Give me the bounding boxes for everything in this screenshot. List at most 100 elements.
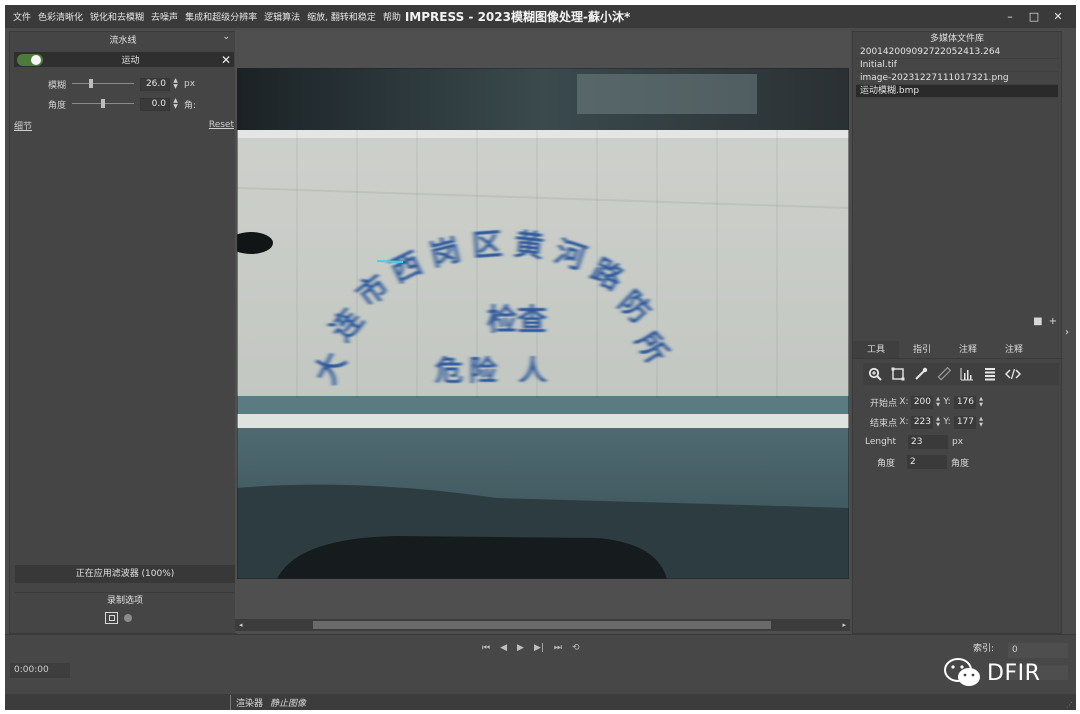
- ruler-icon[interactable]: [934, 364, 954, 384]
- record-icon[interactable]: [124, 614, 132, 622]
- x-axis-label: X:: [899, 397, 909, 407]
- chevron-down-icon[interactable]: ⌄: [222, 32, 230, 42]
- folder-icon[interactable]: ■: [1033, 316, 1042, 327]
- angle-label: 角度: [47, 100, 66, 111]
- scrollbar-thumb[interactable]: [313, 621, 771, 629]
- add-icon[interactable]: +: [1049, 316, 1057, 327]
- step-forward-icon[interactable]: ▶|: [534, 643, 544, 653]
- length-label: Lenght: [865, 437, 897, 447]
- angle-slider-thumb[interactable]: [101, 99, 105, 108]
- playback-area: ⏮ ◀ ▶ ▶| ⏭ ⟲ 0:00:00 索引: 0 DFIR 渲染器 静止图像: [5, 634, 1076, 710]
- library-item[interactable]: image-20231227111017321.png: [856, 72, 1058, 85]
- tab-annotations[interactable]: 注释: [991, 341, 1037, 358]
- menu-scale[interactable]: 缩放, 翻转和稳定: [307, 10, 376, 23]
- length-value: 23: [908, 435, 949, 449]
- angle-stepper[interactable]: ▲ ▼: [171, 98, 180, 111]
- menu-superres[interactable]: 集成和超级分辨率: [185, 10, 257, 23]
- expand-panel-icon[interactable]: ›: [1065, 327, 1069, 338]
- record-options-title: 录制选项: [15, 592, 235, 608]
- menu-sharpen[interactable]: 锐化和去模糊: [90, 10, 144, 23]
- watermark: DFIR: [943, 657, 1040, 689]
- remove-filter-icon[interactable]: ✕: [218, 53, 234, 67]
- play-icon[interactable]: ▶: [517, 643, 524, 653]
- scroll-left-icon[interactable]: ◂: [239, 619, 243, 631]
- wechat-icon: [944, 658, 980, 686]
- filter-name: 运动: [121, 56, 140, 66]
- blur-slider[interactable]: [72, 79, 134, 89]
- minimize-button[interactable]: –: [998, 10, 1022, 23]
- blur-input[interactable]: 26.0: [140, 77, 170, 91]
- media-library-panel: 多媒体文件库 20014200909272205​2413.264 Initia…: [852, 31, 1063, 634]
- code-icon[interactable]: [1003, 364, 1023, 384]
- library-actions: ■ +: [1033, 316, 1057, 327]
- close-button[interactable]: ✕: [1046, 10, 1070, 23]
- stamp-bottom-text: 危险 人: [435, 354, 553, 387]
- horizontal-scrollbar[interactable]: ◂ ▸: [235, 619, 850, 631]
- crop-icon[interactable]: [888, 364, 908, 384]
- index-label: 索引:: [973, 644, 995, 654]
- details-link[interactable]: 细节: [14, 119, 32, 132]
- start-y-input[interactable]: 176: [954, 395, 976, 409]
- tool-tabs: 工具 指引 注释 注释: [853, 341, 1063, 359]
- tab-tools[interactable]: 工具: [853, 341, 899, 358]
- skip-start-icon[interactable]: ⏮: [482, 643, 490, 653]
- resize-grip-icon[interactable]: ⋰: [1066, 701, 1073, 709]
- end-x-stepper[interactable]: ▲ ▼: [934, 416, 942, 428]
- angle-slider[interactable]: [72, 99, 134, 109]
- stamp-center-text: 检查: [487, 303, 547, 338]
- library-item-selected[interactable]: 运动模糊.bmp: [856, 85, 1058, 98]
- filter-status: 正在应用滤波器 (100%): [15, 565, 235, 583]
- angle-input[interactable]: 0.0: [140, 97, 170, 111]
- y-axis-label: Y:: [943, 417, 951, 427]
- histogram-icon[interactable]: [957, 364, 977, 384]
- index-input[interactable]: 0: [1008, 643, 1068, 658]
- library-item[interactable]: 20014200909272205​2413.264: [856, 46, 1058, 59]
- zoom-icon[interactable]: [865, 364, 885, 384]
- loop-icon[interactable]: ⟲: [572, 643, 580, 653]
- image-canvas[interactable]: 大 连 市 西 岗 区 黄 河 路 防 所 检查 危险 人: [237, 68, 849, 579]
- start-x-stepper[interactable]: ▲ ▼: [934, 396, 942, 408]
- start-x-input[interactable]: 200: [911, 395, 933, 409]
- stack-icon[interactable]: [980, 364, 1000, 384]
- end-x-input[interactable]: 223: [911, 415, 933, 429]
- start-point-label: 开始点: [869, 398, 897, 409]
- timecode-display: 0:00:00: [10, 663, 70, 678]
- skip-end-icon[interactable]: ⏭: [554, 643, 562, 653]
- start-y-stepper[interactable]: ▲ ▼: [977, 396, 985, 408]
- blur-stepper[interactable]: ▲ ▼: [171, 78, 180, 91]
- stamp-char-6: 区: [471, 227, 503, 264]
- menu-logic[interactable]: 逻辑算法: [264, 10, 300, 23]
- scroll-right-icon[interactable]: ▸: [842, 619, 846, 631]
- tool-icon-row: [863, 363, 1059, 385]
- blurred-car-door-image: 大 连 市 西 岗 区 黄 河 路 防 所 检查 危险 人: [237, 68, 849, 579]
- end-y-stepper[interactable]: ▲ ▼: [977, 416, 985, 428]
- measure-line[interactable]: [376, 260, 404, 263]
- menu-denoise[interactable]: 去噪声: [151, 10, 178, 23]
- record-buttons: [105, 612, 132, 624]
- blur-label: 模糊: [47, 80, 66, 91]
- menu-help[interactable]: 帮助: [383, 10, 401, 23]
- length-unit: px: [952, 437, 964, 447]
- snapshot-icon[interactable]: [105, 612, 118, 624]
- library-item[interactable]: Initial.tif: [856, 59, 1058, 72]
- menu-file[interactable]: 文件: [13, 10, 31, 23]
- menu-color[interactable]: 色彩清晰化: [38, 10, 83, 23]
- reset-link[interactable]: Reset: [209, 120, 234, 130]
- end-y-input[interactable]: 177: [954, 415, 976, 429]
- step-back-icon[interactable]: ◀: [500, 643, 507, 653]
- stamp-char-7: 黄: [512, 227, 545, 265]
- blur-slider-thumb[interactable]: [89, 79, 93, 88]
- transport-controls: ⏮ ◀ ▶ ▶| ⏭ ⟲: [482, 643, 580, 653]
- tab-guide[interactable]: 指引: [899, 341, 945, 358]
- renderer-label: 渲染器: [236, 699, 264, 709]
- watermark-text: DFIR: [987, 660, 1041, 686]
- angle-row: 角度 2 角度: [877, 454, 1073, 470]
- maximize-button[interactable]: □: [1022, 10, 1046, 23]
- end-point-label: 结束点: [869, 418, 897, 429]
- filter-toggle[interactable]: [17, 53, 43, 66]
- tab-notes[interactable]: 注释: [945, 341, 991, 358]
- status-bar: 渲染器 静止图像 ⋰: [5, 694, 1076, 710]
- angle-param-row: 角度 0.0 ▲ ▼ 角:: [14, 96, 234, 112]
- eyedropper-icon[interactable]: [911, 364, 931, 384]
- angle-unit: 角:: [184, 100, 197, 111]
